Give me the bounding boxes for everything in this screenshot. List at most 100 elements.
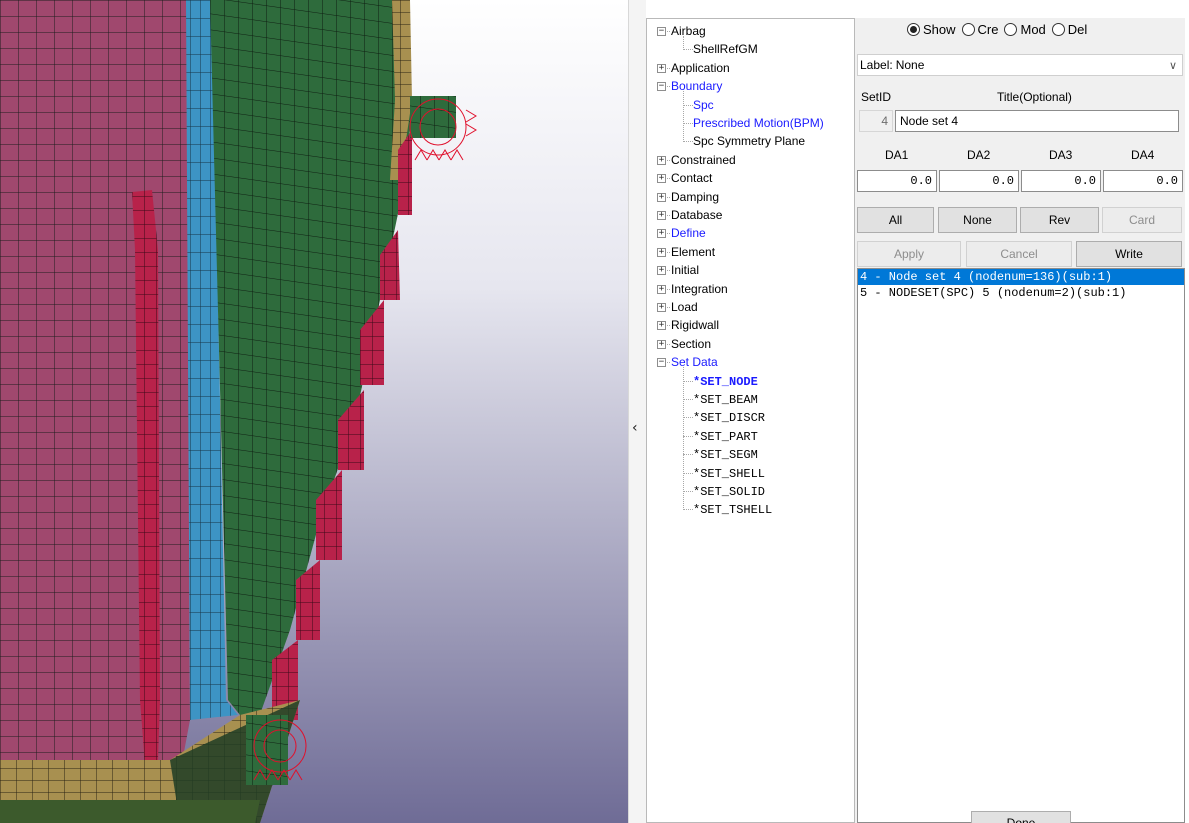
tree-item[interactable]: Prescribed Motion(BPM): [693, 114, 824, 132]
expand-icon[interactable]: +: [657, 155, 666, 165]
expand-icon[interactable]: +: [657, 192, 666, 202]
tree-item[interactable]: *SET_SHELL: [693, 464, 765, 482]
tree-item-label: Integration: [671, 281, 728, 296]
expand-icon[interactable]: +: [657, 321, 666, 331]
tree-item[interactable]: Database: [671, 206, 722, 224]
keyword-tree[interactable]: Airbag − ShellRefGM Application + Boundary − Sp…: [646, 18, 855, 823]
radio-indicator[interactable]: [1004, 23, 1018, 36]
done-button[interactable]: Done: [971, 811, 1071, 823]
da2-field[interactable]: 0.0: [939, 170, 1019, 192]
radio-label: Del: [1067, 22, 1088, 37]
collapse-icon[interactable]: −: [657, 358, 666, 368]
tree-guide-line: [683, 91, 684, 143]
collapse-icon[interactable]: −: [657, 82, 666, 92]
tree-item[interactable]: *SET_PART: [693, 427, 758, 445]
mode-radio-show[interactable]: Show: [907, 22, 956, 37]
card-button[interactable]: Card: [1102, 207, 1182, 233]
tree-connector: [667, 215, 670, 216]
tree-item[interactable]: *SET_DISCR: [693, 408, 765, 426]
label-select[interactable]: Label: None ∨: [857, 54, 1183, 76]
tree-item[interactable]: Damping: [671, 188, 719, 206]
tree-item[interactable]: Element: [671, 243, 715, 261]
tree-item[interactable]: Spc: [693, 96, 714, 114]
set-list[interactable]: 4 - Node set 4 (nodenum=136)(sub:1) 5 - N…: [857, 268, 1185, 823]
write-button[interactable]: Write: [1076, 241, 1182, 267]
tree-item[interactable]: Integration: [671, 280, 728, 298]
set-list-item[interactable]: 4 - Node set 4 (nodenum=136)(sub:1): [858, 269, 1184, 285]
rev-button[interactable]: Rev: [1020, 207, 1099, 233]
tree-guide-line: [683, 36, 684, 51]
tree-connector: [667, 251, 670, 253]
mode-radio-mod[interactable]: Mod: [1004, 22, 1046, 37]
model-viewport[interactable]: [0, 0, 628, 823]
tree-item[interactable]: Set Data: [671, 353, 718, 371]
expand-icon[interactable]: +: [657, 284, 666, 294]
all-button[interactable]: All: [857, 207, 934, 233]
expand-icon[interactable]: +: [657, 303, 666, 312]
tree-item-label: *SET_SHELL: [693, 466, 766, 481]
expand-icon[interactable]: +: [657, 229, 666, 239]
radio-indicator[interactable]: [1051, 23, 1065, 36]
tree-item-label: *SET_PART: [693, 429, 758, 444]
tree-item[interactable]: *SET_BEAM: [693, 390, 758, 408]
da3-field[interactable]: 0.0: [1021, 170, 1101, 192]
tree-item[interactable]: Load: [671, 298, 698, 316]
tree-item-label: Damping: [671, 189, 720, 204]
da2-header: DA2: [967, 148, 991, 162]
panel-collapse-handle[interactable]: ‹: [628, 0, 646, 823]
expand-icon[interactable]: +: [657, 266, 666, 276]
setid-field: 4: [859, 110, 893, 132]
tree-item[interactable]: *SET_TSHELL: [693, 500, 772, 518]
tree-item[interactable]: Constrained: [671, 151, 736, 169]
tree-item[interactable]: Initial: [671, 261, 699, 279]
tree-item[interactable]: Contact: [671, 169, 712, 187]
set-list-item[interactable]: 5 - NODESET(SPC) 5 (nodenum=2)(sub:1): [858, 285, 1184, 301]
none-button[interactable]: None: [938, 207, 1017, 233]
tree-item-label: Prescribed Motion(BPM): [693, 116, 824, 130]
tree-item-label: Element: [671, 244, 716, 259]
cancel-button[interactable]: Cancel: [966, 241, 1072, 267]
expand-icon[interactable]: +: [657, 174, 666, 184]
tree-item[interactable]: Rigidwall: [671, 316, 719, 334]
mode-radio-group[interactable]: Show Cre Mod Del: [907, 22, 1087, 37]
da4-field[interactable]: 0.0: [1103, 170, 1183, 192]
tree-item[interactable]: Define: [671, 224, 706, 242]
tree-item[interactable]: Spc Symmetry Plane: [693, 132, 805, 150]
tree-connector: [667, 362, 670, 364]
chevron-left-icon[interactable]: ‹: [632, 420, 638, 436]
tree-item-label: Define: [671, 226, 706, 241]
label-select-value[interactable]: None: [893, 58, 1164, 72]
tree-item[interactable]: Application: [671, 59, 730, 77]
collapse-icon[interactable]: −: [657, 27, 666, 36]
tree-item[interactable]: Airbag: [671, 22, 706, 40]
tree-connector: [667, 307, 670, 308]
expand-icon[interactable]: +: [657, 247, 666, 257]
radio-indicator[interactable]: [961, 23, 975, 36]
tree-item[interactable]: *SET_SEGM: [693, 445, 758, 463]
radio-label: Cre: [977, 22, 999, 37]
title-field[interactable]: Node set 4: [895, 110, 1179, 132]
expand-icon[interactable]: +: [657, 63, 666, 73]
tree-item[interactable]: *SET_NODE: [693, 372, 758, 390]
tree-item-label: Contact: [671, 171, 713, 186]
tree-connector: [683, 509, 693, 511]
expand-icon[interactable]: +: [657, 339, 666, 349]
tree-item[interactable]: Section: [671, 335, 711, 353]
tree-item-label: Application: [671, 60, 730, 75]
tree-connector: [683, 491, 693, 492]
chevron-down-icon[interactable]: ∨: [1164, 59, 1182, 72]
tree-guide-line: [683, 367, 684, 511]
mode-radio-del[interactable]: Del: [1051, 22, 1088, 37]
tree-connector: [667, 159, 670, 161]
tree-item[interactable]: *SET_SOLID: [693, 482, 765, 500]
tree-item[interactable]: ShellRefGM: [693, 40, 758, 58]
tree-item[interactable]: Boundary: [671, 77, 722, 95]
radio-indicator[interactable]: [907, 23, 920, 36]
apply-button[interactable]: Apply: [857, 241, 961, 267]
tree-connector: [667, 178, 670, 180]
expand-icon[interactable]: +: [657, 211, 666, 220]
tree-item-label: *SET_TSHELL: [693, 503, 773, 518]
tree-item-label: Rigidwall: [671, 318, 720, 333]
da1-field[interactable]: 0.0: [857, 170, 937, 192]
mode-radio-cre[interactable]: Cre: [961, 22, 999, 37]
